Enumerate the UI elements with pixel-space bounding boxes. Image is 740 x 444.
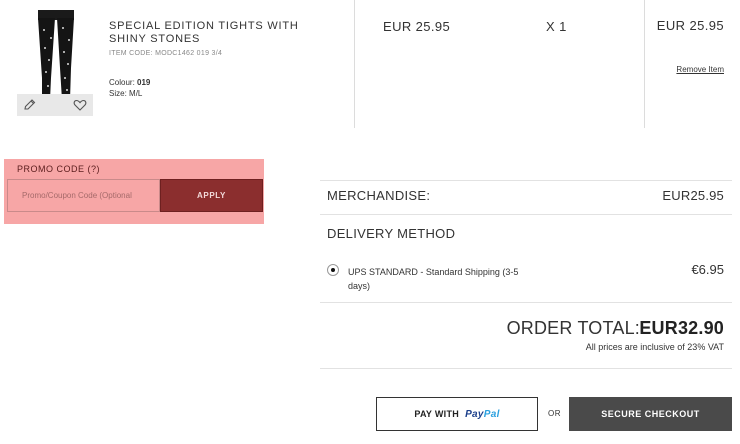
- size-label: Size:: [109, 89, 127, 98]
- vat-note: All prices are inclusive of 23% VAT: [585, 342, 724, 352]
- secure-checkout-button[interactable]: SECURE CHECKOUT: [569, 397, 732, 431]
- pay-with-paypal-button[interactable]: PAY WITH PayPal: [376, 397, 538, 431]
- promo-code-label[interactable]: PROMO CODE (?): [17, 164, 100, 174]
- divider: [320, 180, 732, 181]
- shipping-option-label[interactable]: UPS STANDARD - Standard Shipping (3-5 da…: [348, 265, 538, 293]
- order-total-value: EUR32.90: [639, 318, 724, 338]
- apply-button[interactable]: APPLY: [160, 179, 263, 212]
- order-total-label: ORDER TOTAL:: [506, 318, 640, 338]
- heart-icon[interactable]: [70, 95, 90, 115]
- column-divider: [354, 0, 355, 128]
- divider: [320, 302, 732, 303]
- item-code: ITEM CODE: MODC1462 019 3/4: [109, 50, 223, 57]
- line-total: EUR 25.95: [656, 18, 724, 33]
- shipping-price: €6.95: [691, 262, 724, 277]
- divider: [320, 368, 732, 369]
- product-name[interactable]: SPECIAL EDITION TIGHTS WITH SHINY STONES: [109, 20, 339, 46]
- column-divider: [644, 0, 645, 128]
- divider: [320, 214, 732, 215]
- size-row: Size: M/L: [109, 89, 142, 98]
- colour-value: 019: [137, 78, 151, 87]
- edit-icon[interactable]: [20, 95, 40, 115]
- shipping-radio[interactable]: [327, 264, 339, 276]
- promo-code-input[interactable]: [7, 179, 160, 212]
- colour-label: Colour:: [109, 78, 135, 87]
- colour-row: Colour: 019: [109, 78, 150, 87]
- or-separator: OR: [548, 409, 561, 418]
- paypal-logo: PayPal: [465, 408, 500, 420]
- item-actions-bar: [17, 94, 93, 116]
- quantity: X 1: [546, 19, 567, 34]
- remove-item-link[interactable]: Remove Item: [676, 65, 724, 74]
- merchandise-label: MERCHANDISE:: [327, 188, 431, 203]
- unit-price: EUR 25.95: [383, 19, 451, 34]
- paypal-button-label: PAY WITH: [414, 409, 460, 419]
- size-value: M/L: [129, 89, 143, 98]
- delivery-method-label: DELIVERY METHOD: [327, 226, 456, 241]
- merchandise-value: EUR25.95: [662, 188, 724, 203]
